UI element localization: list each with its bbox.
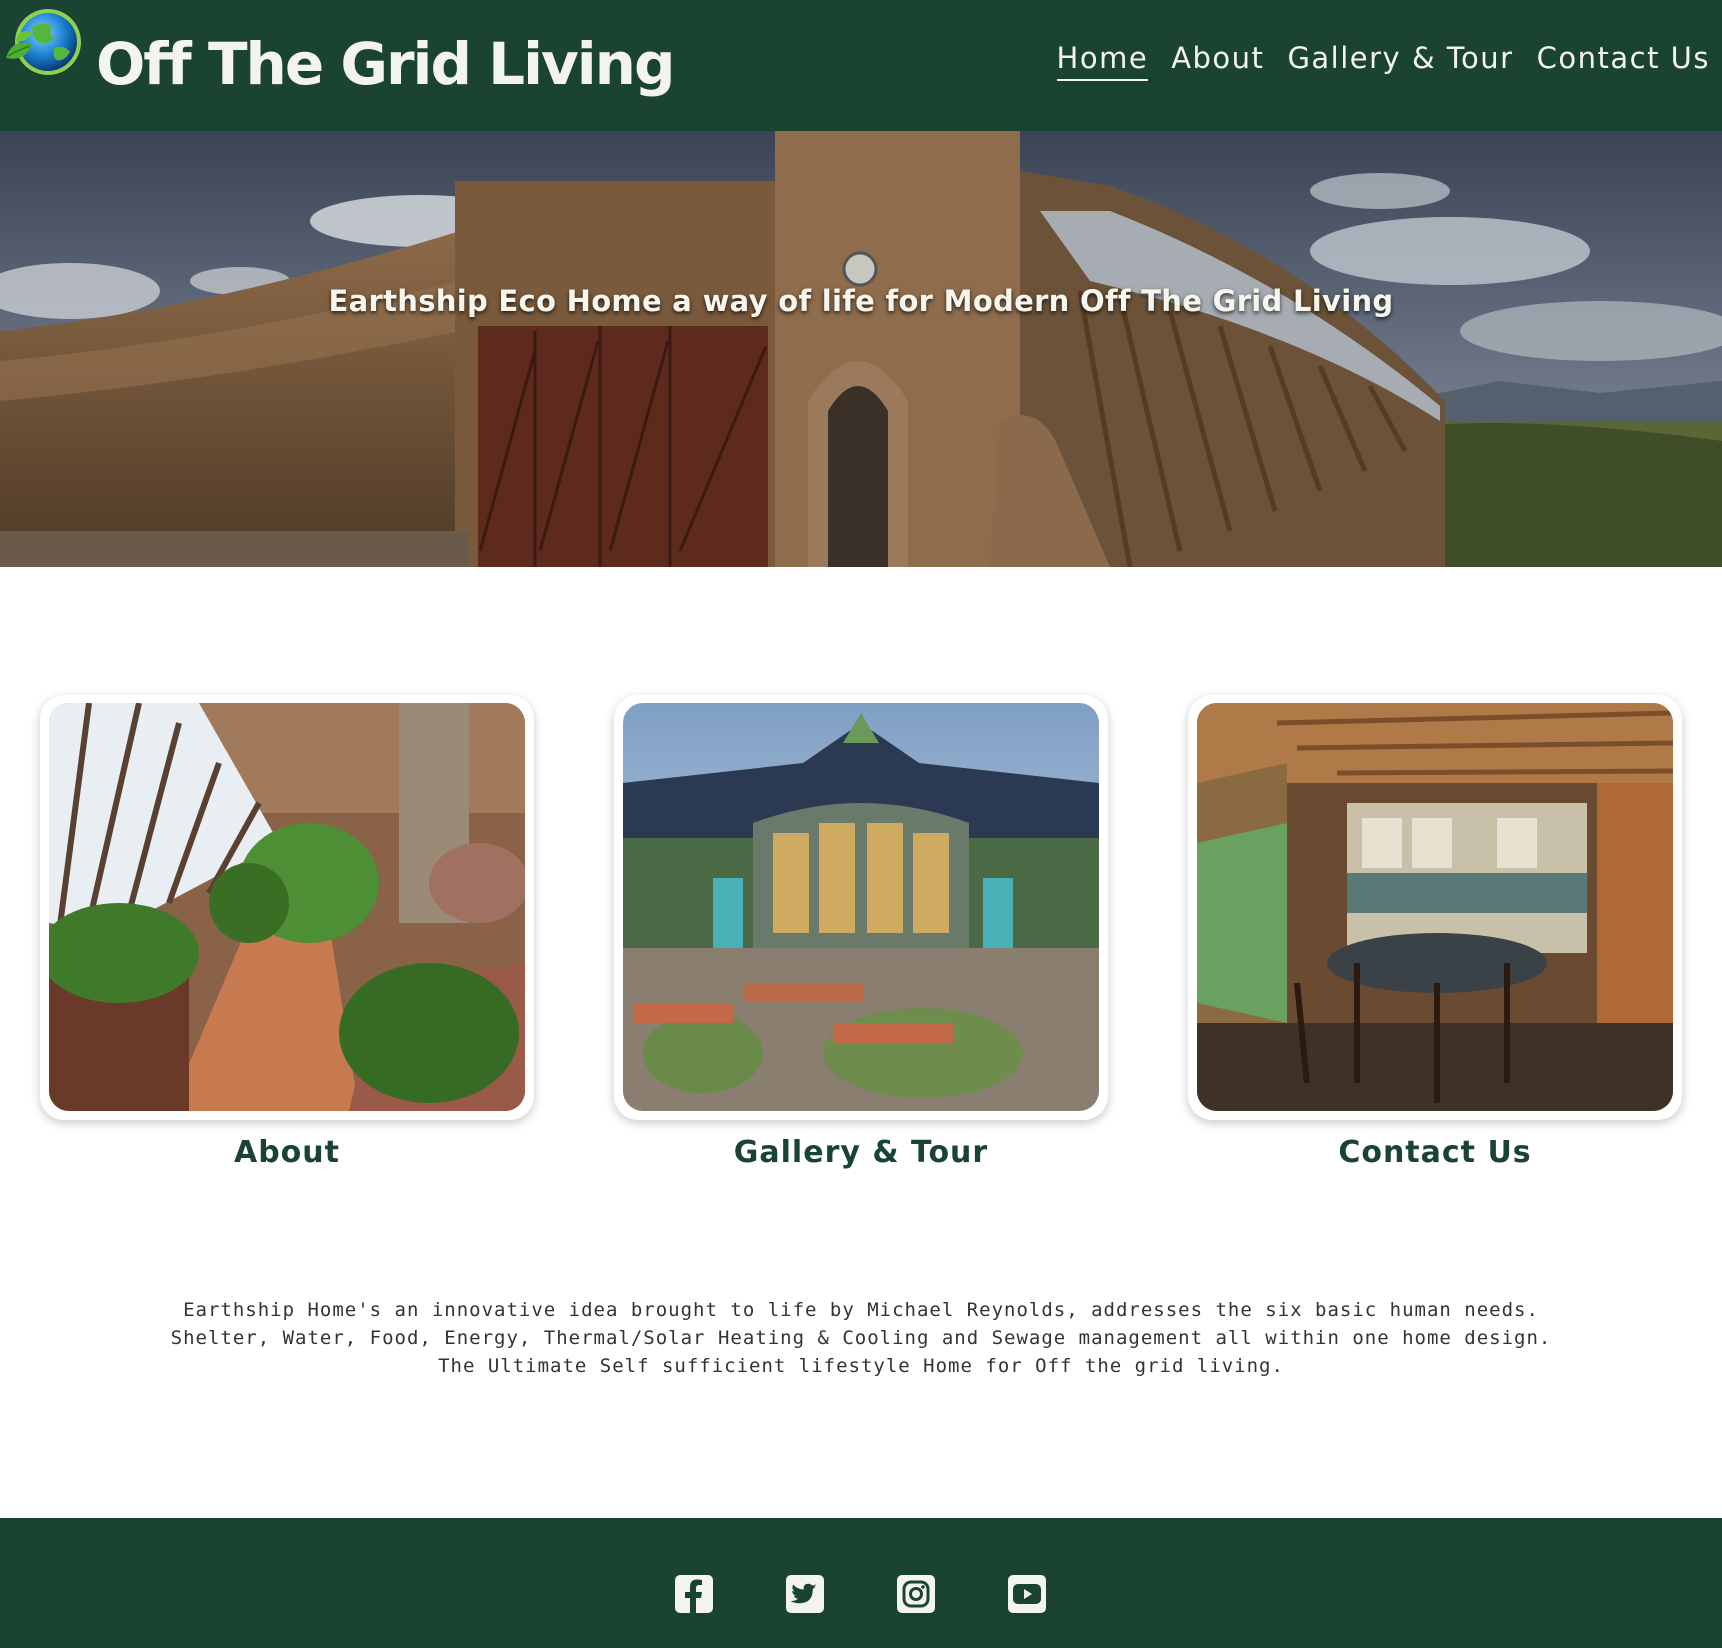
nav-gallery-tour[interactable]: Gallery & Tour — [1287, 38, 1513, 81]
nav-about[interactable]: About — [1171, 38, 1264, 81]
twitter-icon[interactable] — [785, 1574, 825, 1614]
hero-headline: Earthship Eco Home a way of life for Mod… — [328, 284, 1394, 318]
hero-image — [0, 131, 1722, 567]
card-about-image[interactable] — [49, 703, 525, 1111]
hero-banner: Earthship Eco Home a way of life for Mod… — [0, 131, 1722, 567]
site-header: Off The Grid Living Home About Gallery &… — [0, 0, 1722, 131]
card-gallery-image[interactable] — [623, 703, 1099, 1111]
facebook-icon[interactable] — [674, 1574, 714, 1614]
youtube-icon[interactable] — [1007, 1574, 1047, 1614]
card-contact-us[interactable] — [1188, 695, 1682, 1120]
main-nav: Home About Gallery & Tour Contact Us — [1056, 38, 1710, 81]
site-footer — [0, 1518, 1722, 1648]
card-contact-image[interactable] — [1197, 703, 1673, 1111]
description-line-2: Shelter, Water, Food, Energy, Thermal/So… — [170, 1327, 1552, 1349]
card-contact-us-label[interactable]: Contact Us — [1188, 1128, 1682, 1178]
card-about[interactable] — [40, 695, 534, 1120]
card-gallery-tour[interactable] — [614, 695, 1108, 1120]
description-line-3: The Ultimate Self sufficient lifestyle H… — [438, 1355, 1284, 1377]
description-line-1: Earthship Home's an innovative idea brou… — [183, 1299, 1539, 1321]
globe-leaf-icon[interactable] — [2, 2, 88, 86]
instagram-icon[interactable] — [896, 1574, 936, 1614]
intro-description: Earthship Home's an innovative idea brou… — [160, 1296, 1562, 1380]
card-about-label[interactable]: About — [40, 1128, 534, 1178]
card-gallery-tour-label[interactable]: Gallery & Tour — [614, 1128, 1108, 1178]
nav-home[interactable]: Home — [1056, 38, 1149, 81]
site-title[interactable]: Off The Grid Living — [96, 24, 675, 104]
nav-contact-us[interactable]: Contact Us — [1537, 38, 1710, 81]
